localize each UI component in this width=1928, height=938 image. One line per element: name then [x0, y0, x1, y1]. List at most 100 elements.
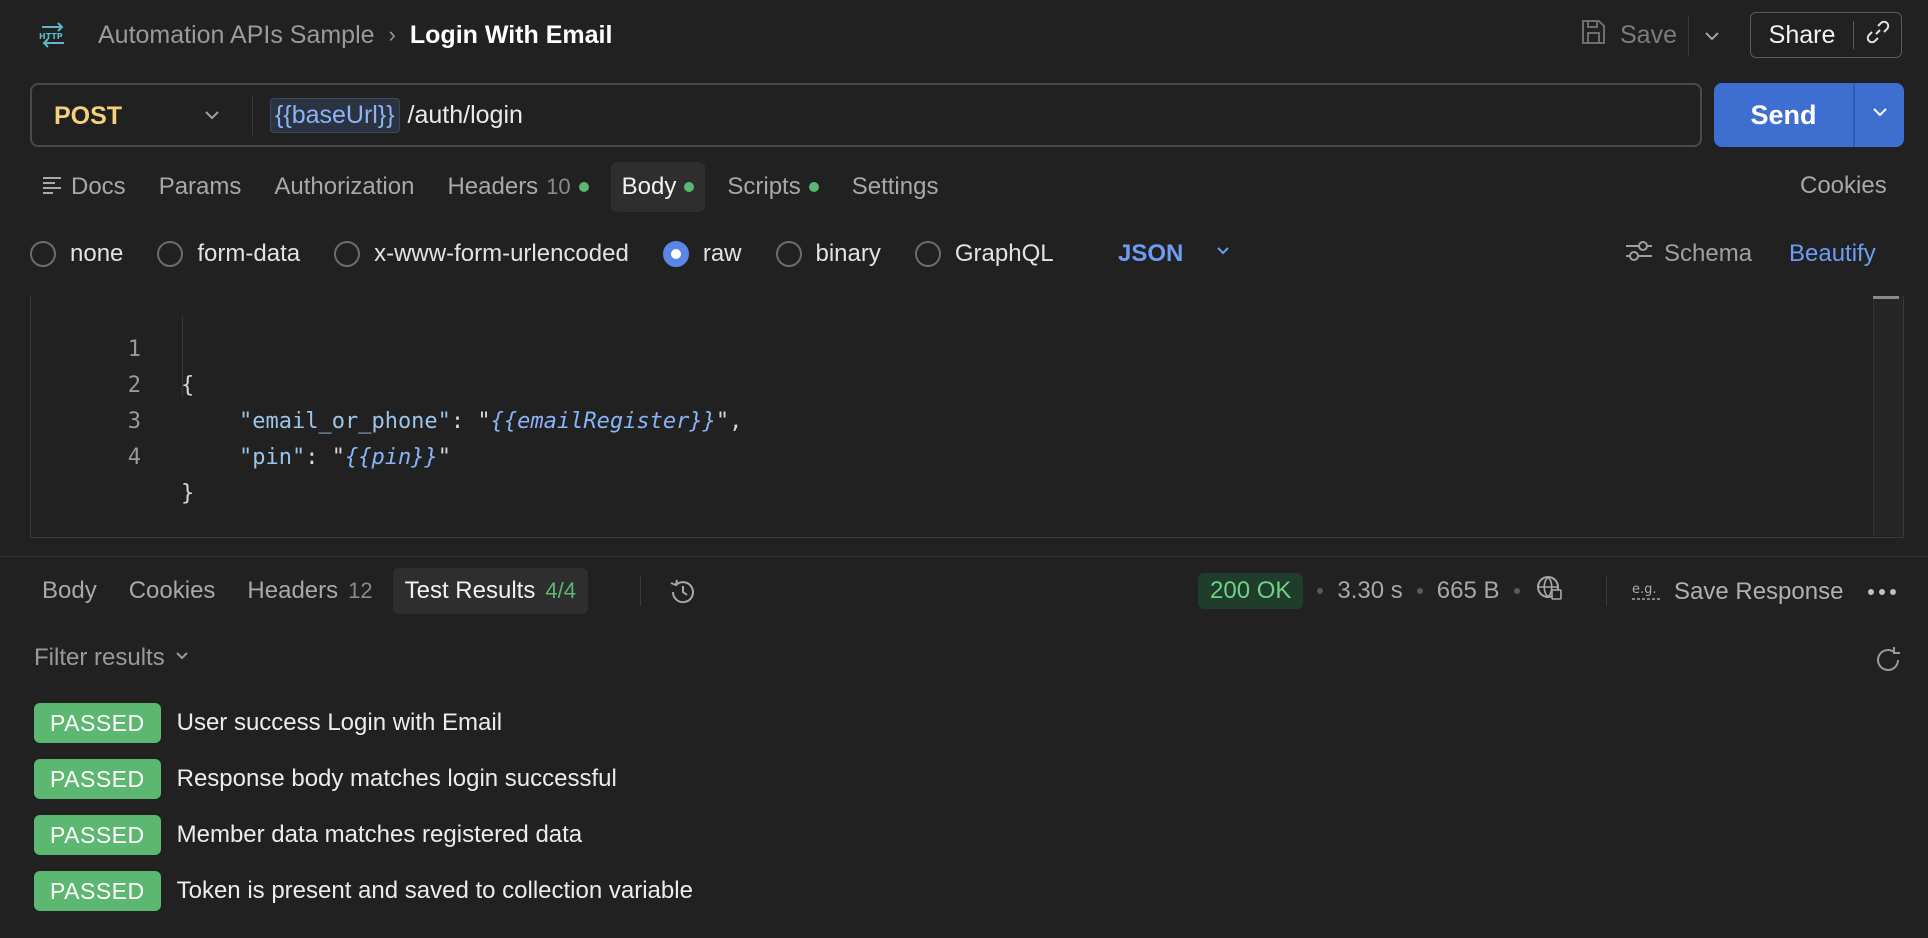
body-type-graphql[interactable]: GraphQL: [914, 240, 1054, 268]
history-icon[interactable]: [666, 575, 700, 609]
divider: [1853, 21, 1854, 49]
radio-button[interactable]: [157, 241, 184, 267]
cookies-link[interactable]: Cookies: [1800, 172, 1887, 200]
code-line: 2 "email_or_phone": "{{emailRegister}}",: [31, 332, 743, 434]
share-button[interactable]: Share: [1751, 13, 1853, 57]
json-variable: {{pin}}: [344, 445, 438, 470]
radio-label: GraphQL: [954, 240, 1054, 267]
tab-label: Test Results: [404, 577, 536, 604]
link-icon: [1865, 19, 1891, 52]
tab-authorization[interactable]: Authorization: [263, 162, 425, 212]
pane-divider[interactable]: [0, 556, 1928, 557]
send-options-button[interactable]: [1855, 83, 1904, 147]
tab-settings[interactable]: Settings: [841, 162, 950, 212]
send-button[interactable]: Send: [1714, 83, 1853, 147]
tab-params[interactable]: Params: [148, 162, 253, 212]
response-size[interactable]: 665 B: [1437, 577, 1500, 605]
tab-body[interactable]: Body: [610, 162, 706, 212]
radio-button[interactable]: [334, 241, 361, 267]
tab-label: Settings: [851, 173, 939, 200]
tab-label: Headers: [447, 173, 539, 200]
breadcrumb: Automation APIs Sample › Login With Emai…: [98, 16, 612, 54]
radio-button[interactable]: [775, 241, 802, 267]
json-key: "pin": [239, 445, 306, 470]
svg-text:e.g.: e.g.: [1632, 582, 1657, 597]
response-time[interactable]: 3.30 s: [1337, 577, 1402, 605]
svg-text:HTTP: HTTP: [39, 32, 63, 41]
send-group: Send: [1714, 83, 1904, 147]
body-format-select[interactable]: JSON: [1118, 236, 1233, 272]
response-tabs: Body Cookies Headers 12 Test Results 4/4: [30, 568, 596, 614]
schema-label: Schema: [1664, 240, 1753, 267]
save-button[interactable]: Save: [1578, 14, 1677, 56]
tab-label: Headers: [247, 577, 339, 604]
radio-button-selected[interactable]: [662, 241, 689, 267]
beautify-button[interactable]: Beautify: [1789, 240, 1876, 268]
more-options-icon[interactable]: [1864, 578, 1900, 606]
breadcrumb-collection[interactable]: Automation APIs Sample: [98, 21, 375, 50]
format-label: JSON: [1118, 240, 1184, 267]
test-name: Member data matches registered data: [176, 821, 583, 848]
body-type-form-data[interactable]: form-data: [157, 240, 300, 268]
code-line: 3 "pin": "{{pin}}": [31, 368, 451, 470]
divider: [1688, 16, 1689, 56]
request-title[interactable]: Login With Email: [410, 21, 613, 50]
response-meta: 200 OK 3.30 s 665 B: [1198, 571, 1564, 611]
example-icon: e.g.: [1630, 576, 1662, 609]
passed-badge: PASSED: [34, 815, 161, 855]
radio-label: binary: [815, 240, 881, 267]
tab-headers[interactable]: Headers 10: [436, 162, 599, 212]
tab-label: Authorization: [274, 173, 415, 200]
method-select[interactable]: POST: [32, 85, 252, 145]
editor-scrollbar[interactable]: [1873, 296, 1903, 536]
status-dot: [578, 182, 589, 192]
status-badge[interactable]: 200 OK: [1198, 573, 1304, 609]
copy-link-button[interactable]: [1855, 13, 1901, 57]
passed-badge: PASSED: [34, 759, 161, 799]
radio-label: x-www-form-urlencoded: [374, 240, 629, 267]
url-variable-token[interactable]: {{baseUrl}}: [270, 97, 400, 133]
request-tabs: Docs Params Authorization Headers 10 Bod…: [30, 162, 960, 212]
scrollbar-thumb[interactable]: [1873, 296, 1899, 299]
status-dot: [808, 182, 819, 192]
schema-button[interactable]: Schema: [1624, 236, 1752, 272]
tab-docs[interactable]: Docs: [30, 162, 137, 212]
tab-scripts[interactable]: Scripts: [716, 162, 829, 212]
divider: [252, 95, 253, 135]
filter-results-dropdown[interactable]: Filter results: [34, 644, 191, 672]
tab-test-results[interactable]: Test Results 4/4: [392, 568, 588, 614]
refresh-icon[interactable]: [1872, 644, 1904, 676]
passed-badge: PASSED: [34, 871, 161, 911]
radio-label: raw: [702, 240, 742, 267]
body-type-raw[interactable]: raw: [662, 240, 742, 268]
tab-count: 10: [546, 174, 571, 199]
body-type-none[interactable]: none: [30, 240, 123, 268]
save-options-chevron-icon[interactable]: [1698, 22, 1726, 50]
code-editor[interactable]: 1 { 2 "email_or_phone": "{{emailRegister…: [30, 296, 1904, 538]
tab-response-headers[interactable]: Headers 12: [235, 568, 384, 614]
radio-label: form-data: [197, 240, 301, 267]
radio-label: none: [70, 240, 124, 267]
divider: [640, 576, 641, 606]
network-globe-icon[interactable]: [1534, 573, 1564, 610]
test-name: Response body matches login successful: [176, 765, 617, 792]
url-input[interactable]: {{baseUrl}} /auth/login: [270, 96, 523, 134]
filter-label: Filter results: [34, 644, 165, 671]
test-result-row: PASSED Member data matches registered da…: [34, 815, 582, 855]
tab-label: Params: [158, 173, 242, 200]
body-type-urlencoded[interactable]: x-www-form-urlencoded: [334, 240, 629, 268]
tab-response-cookies[interactable]: Cookies: [117, 568, 228, 614]
code-line: 1 {: [31, 296, 195, 398]
radio-button[interactable]: [30, 241, 56, 267]
tab-response-body[interactable]: Body: [30, 568, 109, 614]
test-name: Token is present and saved to collection…: [176, 877, 693, 904]
body-type-binary[interactable]: binary: [775, 240, 881, 268]
save-response-button[interactable]: e.g. Save Response: [1630, 574, 1843, 610]
line-number: 4: [127, 445, 141, 470]
tab-count: 12: [348, 578, 373, 603]
code-line: 4 }: [31, 404, 195, 506]
test-result-row: PASSED User success Login with Email: [34, 703, 502, 743]
separator-dot: [1513, 588, 1520, 594]
status-dot: [684, 182, 695, 192]
radio-button[interactable]: [914, 241, 941, 267]
